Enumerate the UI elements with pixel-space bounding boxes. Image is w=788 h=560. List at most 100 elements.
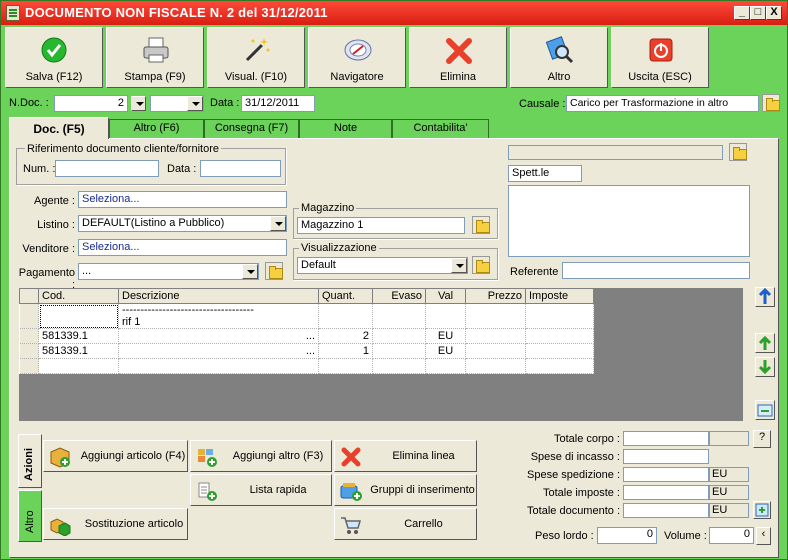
cell-val[interactable]: EU [425, 343, 466, 359]
tab-altro[interactable]: Altro (F6) [109, 119, 204, 138]
elimina-button[interactable]: Elimina [409, 27, 507, 88]
move-top-icon[interactable] [755, 287, 775, 307]
more-text[interactable]: ... [306, 330, 315, 342]
table-row[interactable]: 581339.1 ... 2 EU [19, 328, 594, 344]
pagamento-select[interactable]: ... [78, 263, 259, 280]
totale-imposte-value[interactable] [623, 485, 709, 500]
cell-descrizione[interactable]: ------------------------------------ rif… [118, 303, 319, 329]
totale-corpo-value[interactable] [623, 431, 709, 446]
col-descrizione[interactable]: Descrizione [118, 288, 319, 304]
cell-cod[interactable] [38, 358, 119, 374]
listino-dropdown-button[interactable] [270, 216, 286, 231]
cell-cod[interactable]: 581339.1 [38, 343, 119, 359]
peso-input[interactable]: 0 [597, 527, 657, 544]
num-input[interactable] [55, 160, 159, 177]
cliente-folder-icon[interactable] [729, 143, 747, 161]
cell-cod[interactable] [38, 303, 119, 329]
elimina-linea-button[interactable]: Elimina linea [334, 440, 477, 472]
cell-prezzo[interactable] [465, 343, 526, 359]
table-row[interactable]: ------------------------------------ rif… [19, 303, 594, 329]
maximize-button[interactable]: □ [750, 6, 766, 20]
title-bar[interactable]: DOCUMENTO NON FISCALE N. 2 del 31/12/201… [1, 1, 787, 25]
cell-val[interactable] [425, 303, 466, 329]
col-prezzo[interactable]: Prezzo [465, 288, 526, 304]
cell-quant[interactable] [318, 303, 373, 329]
add-total-icon[interactable] [753, 501, 771, 519]
cell-descrizione[interactable] [118, 358, 319, 374]
more-text[interactable]: ... [306, 345, 315, 357]
visualizzazione-dropdown-button[interactable] [451, 258, 467, 273]
cell-prezzo[interactable] [465, 328, 526, 344]
cliente-address-box[interactable] [508, 185, 750, 257]
tab-altro-side[interactable]: Altro [18, 490, 42, 542]
cell-quant[interactable] [318, 358, 373, 374]
visual-button[interactable]: Visual. (F10) [207, 27, 305, 88]
listino-select[interactable]: DEFAULT(Listino a Pubblico) [78, 215, 287, 232]
data-input[interactable]: 31/12/2011 [241, 95, 315, 112]
close-button[interactable]: X [766, 6, 782, 20]
cell-imposte[interactable] [525, 303, 594, 329]
cell-evaso[interactable] [372, 358, 426, 374]
table-row[interactable] [19, 358, 594, 374]
aggiungi-altro-button[interactable]: Aggiungi altro (F3) [190, 440, 332, 472]
agente-input[interactable]: Seleziona... [78, 191, 287, 208]
tab-contabilita[interactable]: Contabilita' [392, 119, 489, 138]
cell-quant[interactable]: 1 [318, 343, 373, 359]
col-quant[interactable]: Quant. [318, 288, 373, 304]
venditore-input[interactable]: Seleziona... [78, 239, 287, 256]
carrello-button[interactable]: Carrello [334, 508, 477, 540]
col-imposte[interactable]: Imposte [525, 288, 594, 304]
minimize-button[interactable]: _ [734, 6, 750, 20]
volume-input[interactable]: 0 [709, 527, 754, 544]
volume-back-icon[interactable]: ‹ [756, 527, 771, 545]
cell-descrizione[interactable]: ... [118, 343, 319, 359]
tab-azioni[interactable]: Azioni [18, 434, 42, 488]
uscita-button[interactable]: Uscita (ESC) [611, 27, 709, 88]
pagamento-dropdown-button[interactable] [242, 264, 258, 279]
move-up-icon[interactable] [755, 333, 775, 353]
col-val[interactable]: Val [425, 288, 466, 304]
tab-consegna[interactable]: Consegna (F7) [204, 119, 299, 138]
spese-spedizione-value[interactable] [623, 467, 709, 482]
visualizzazione-folder-icon[interactable] [472, 256, 490, 274]
cell-evaso[interactable] [372, 303, 426, 329]
cell-imposte[interactable] [525, 358, 594, 374]
referente-input[interactable] [562, 262, 750, 279]
causale-folder-icon[interactable] [762, 94, 780, 112]
causale-input[interactable]: Carico per Trasformazione in altro [566, 95, 759, 112]
tab-doc[interactable]: Doc. (F5) [9, 117, 109, 139]
cell-quant[interactable]: 2 [318, 328, 373, 344]
cell-val[interactable]: EU [425, 328, 466, 344]
gruppi-inserimento-button[interactable]: Gruppi di inserimento [334, 474, 477, 506]
pagamento-folder-icon[interactable] [265, 262, 283, 280]
help-button[interactable]: ? [753, 430, 771, 448]
righe-grid[interactable]: Cod. Descrizione Quant. Evaso Val Prezzo… [19, 288, 743, 421]
cell-evaso[interactable] [372, 328, 426, 344]
cell-imposte[interactable] [525, 328, 594, 344]
series-dropdown-button[interactable] [187, 96, 203, 111]
refresh-icon[interactable] [755, 400, 775, 420]
cell-cod[interactable]: 581339.1 [38, 328, 119, 344]
cell-prezzo[interactable] [465, 303, 526, 329]
col-evaso[interactable]: Evaso [372, 288, 426, 304]
table-row[interactable]: 581339.1 ... 1 EU [19, 343, 594, 359]
sostituzione-articolo-button[interactable]: Sostituzione articolo [43, 508, 188, 540]
tab-note[interactable]: Note [299, 119, 392, 138]
cell-descrizione[interactable]: ... [118, 328, 319, 344]
salva-button[interactable]: Salva (F12) [5, 27, 103, 88]
magazzino-folder-icon[interactable] [472, 216, 490, 234]
cell-evaso[interactable] [372, 343, 426, 359]
cell-val[interactable] [425, 358, 466, 374]
aggiungi-articolo-button[interactable]: Aggiungi articolo (F4) [43, 440, 188, 472]
move-down-icon[interactable] [755, 357, 775, 377]
rif-data-input[interactable] [200, 160, 281, 177]
ndoc-suffix-button[interactable] [131, 96, 146, 111]
magazzino-input[interactable]: Magazzino 1 [297, 217, 465, 234]
spett-field[interactable]: Spett.le [508, 165, 582, 182]
col-cod[interactable]: Cod. [38, 288, 119, 304]
cliente-field[interactable] [508, 145, 723, 160]
spese-incasso-value[interactable] [623, 449, 709, 464]
cell-prezzo[interactable] [465, 358, 526, 374]
visualizzazione-select[interactable]: Default [297, 257, 468, 274]
ndoc-input[interactable]: 2 [54, 95, 128, 112]
